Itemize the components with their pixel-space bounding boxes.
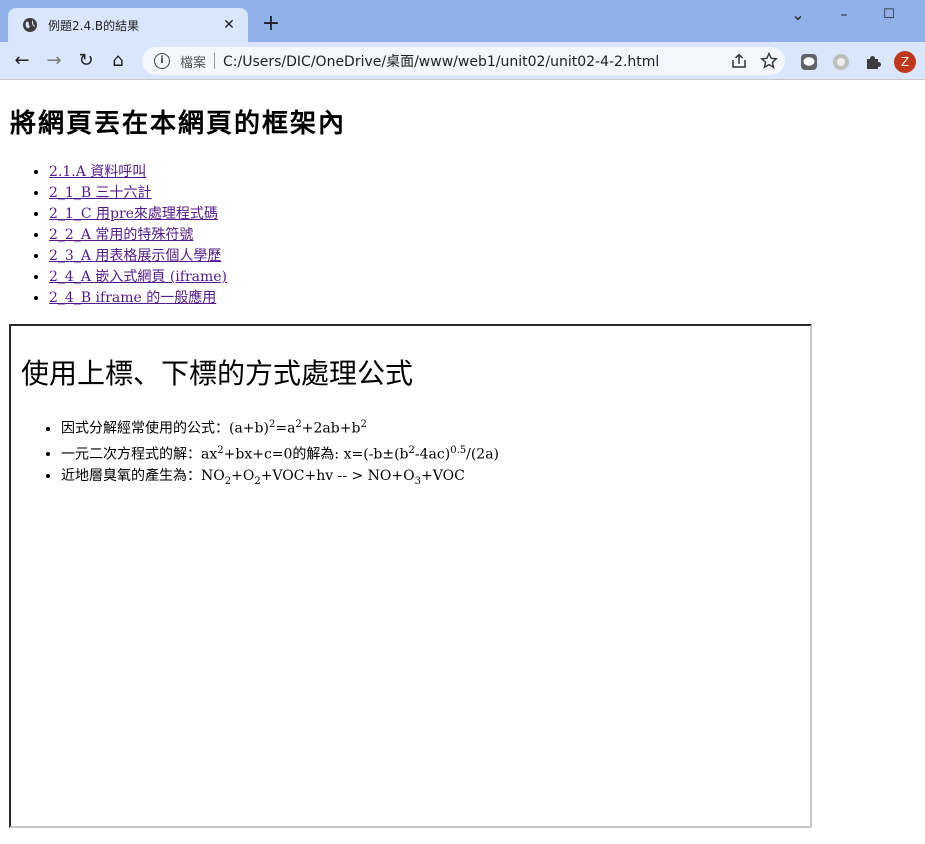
formula-part: +bx+c=0的解為: x=(-b±(b [223, 446, 409, 463]
list-item: 2_1_C 用pre來處理程式碼 [49, 204, 227, 225]
superscript: 0.5 [450, 444, 467, 456]
superscript: 2 [360, 419, 367, 430]
formula-item-ozone: 近地層臭氧的產生為：NO2+O2+VOC+hv -- > NO+O3+VOC [61, 465, 499, 493]
tab-title: 例題2.4.B的結果 [48, 18, 140, 33]
tab-search-dropdown-icon[interactable]: ⌄ [783, 4, 813, 26]
address-bar[interactable]: i 檔案 C:/Users/DIC/OneDrive/桌面/www/web1/u… [142, 47, 785, 75]
url-text[interactable]: C:/Users/DIC/OneDrive/桌面/www/web1/unit02… [223, 51, 659, 71]
formula-part: +VOC [421, 468, 465, 485]
info-icon[interactable]: i [154, 53, 170, 69]
list-item: 2.1.A 資料呼叫 [49, 162, 227, 183]
home-button[interactable]: ⌂ [106, 50, 130, 72]
iframe-frame[interactable]: 使用上標、下標的方式處理公式 因式分解經常使用的公式：(a+b)2=a2+2ab… [9, 324, 812, 828]
formula-part: =a [275, 420, 296, 437]
browser-tab[interactable]: 例題2.4.B的結果 ✕ [8, 8, 248, 42]
toolbar-divider [0, 79, 925, 80]
new-tab-button[interactable]: + [258, 12, 284, 38]
address-bar-actions [729, 51, 779, 71]
formula-label: 一元二次方程式的解： [61, 446, 201, 463]
puzzle-icon[interactable] [863, 52, 883, 72]
title-bar: 例題2.4.B的結果 ✕ + ⌄ – ☐ [0, 0, 925, 42]
link-2-1-a[interactable]: 2.1.A 資料呼叫 [49, 164, 146, 180]
list-item: 2_4_A 嵌入式網頁 (iframe) [49, 267, 227, 288]
formula-list: 因式分解經常使用的公式：(a+b)2=a2+2ab+b2 一元二次方程式的解：a… [41, 414, 499, 493]
extension-gray-icon[interactable] [831, 52, 851, 72]
link-2-4-b[interactable]: 2_4_B iframe 的一般應用 [49, 290, 216, 306]
star-icon[interactable] [759, 51, 779, 71]
link-2-4-a[interactable]: 2_4_A 嵌入式網頁 (iframe) [49, 269, 227, 285]
list-item: 2_2_A 常用的特殊符號 [49, 225, 227, 246]
list-item: 2_4_B iframe 的一般應用 [49, 288, 227, 309]
link-2-2-a[interactable]: 2_2_A 常用的特殊符號 [49, 227, 193, 243]
formula-part: NO [201, 468, 225, 485]
forward-button[interactable]: → [42, 50, 66, 72]
link-list: 2.1.A 資料呼叫 2_1_B 三十六計 2_1_C 用pre來處理程式碼 2… [28, 162, 227, 309]
maximize-button[interactable]: ☐ [874, 4, 904, 26]
share-icon[interactable] [729, 51, 749, 71]
list-item: 2_1_B 三十六計 [49, 183, 227, 204]
formula-label: 近地層臭氧的產生為： [61, 468, 201, 485]
page-title: 將網頁丟在本網頁的框架內 [10, 109, 347, 139]
formula-part: /(2a) [466, 446, 500, 463]
formula-part: -4ac) [414, 446, 451, 463]
globe-icon [23, 18, 37, 32]
link-2-1-c[interactable]: 2_1_C 用pre來處理程式碼 [49, 206, 218, 222]
formula-part: +VOC+hv -- > NO+O [260, 468, 415, 485]
formula-part: +2ab+b [301, 420, 361, 437]
tab-close-icon[interactable]: ✕ [220, 17, 238, 33]
formula-part: (a+b) [229, 420, 269, 437]
link-2-1-b[interactable]: 2_1_B 三十六計 [49, 185, 152, 201]
formula-part: +O [231, 468, 255, 485]
formula-item-factoring: 因式分解經常使用的公式：(a+b)2=a2+2ab+b2 [61, 414, 499, 440]
minimize-button[interactable]: – [829, 4, 859, 26]
browser-toolbar: ← → ↻ ⌂ i 檔案 C:/Users/DIC/OneDrive/桌面/ww… [0, 42, 925, 80]
line-icon[interactable] [799, 52, 819, 72]
formula-label: 因式分解經常使用的公式： [61, 420, 229, 437]
link-2-3-a[interactable]: 2_3_A 用表格展示個人學歷 [49, 248, 221, 264]
security-label: 檔案 [180, 55, 207, 71]
profile-avatar[interactable]: Z [894, 51, 916, 73]
list-item: 2_3_A 用表格展示個人學歷 [49, 246, 227, 267]
back-button[interactable]: ← [10, 50, 34, 72]
formula-part: ax [201, 446, 218, 463]
address-divider [214, 53, 216, 69]
frame-heading: 使用上標、下標的方式處理公式 [21, 357, 414, 390]
formula-item-quadratic: 一元二次方程式的解：ax2+bx+c=0的解為: x=(-b±(b2-4ac)0… [61, 440, 499, 466]
reload-button[interactable]: ↻ [74, 50, 98, 72]
